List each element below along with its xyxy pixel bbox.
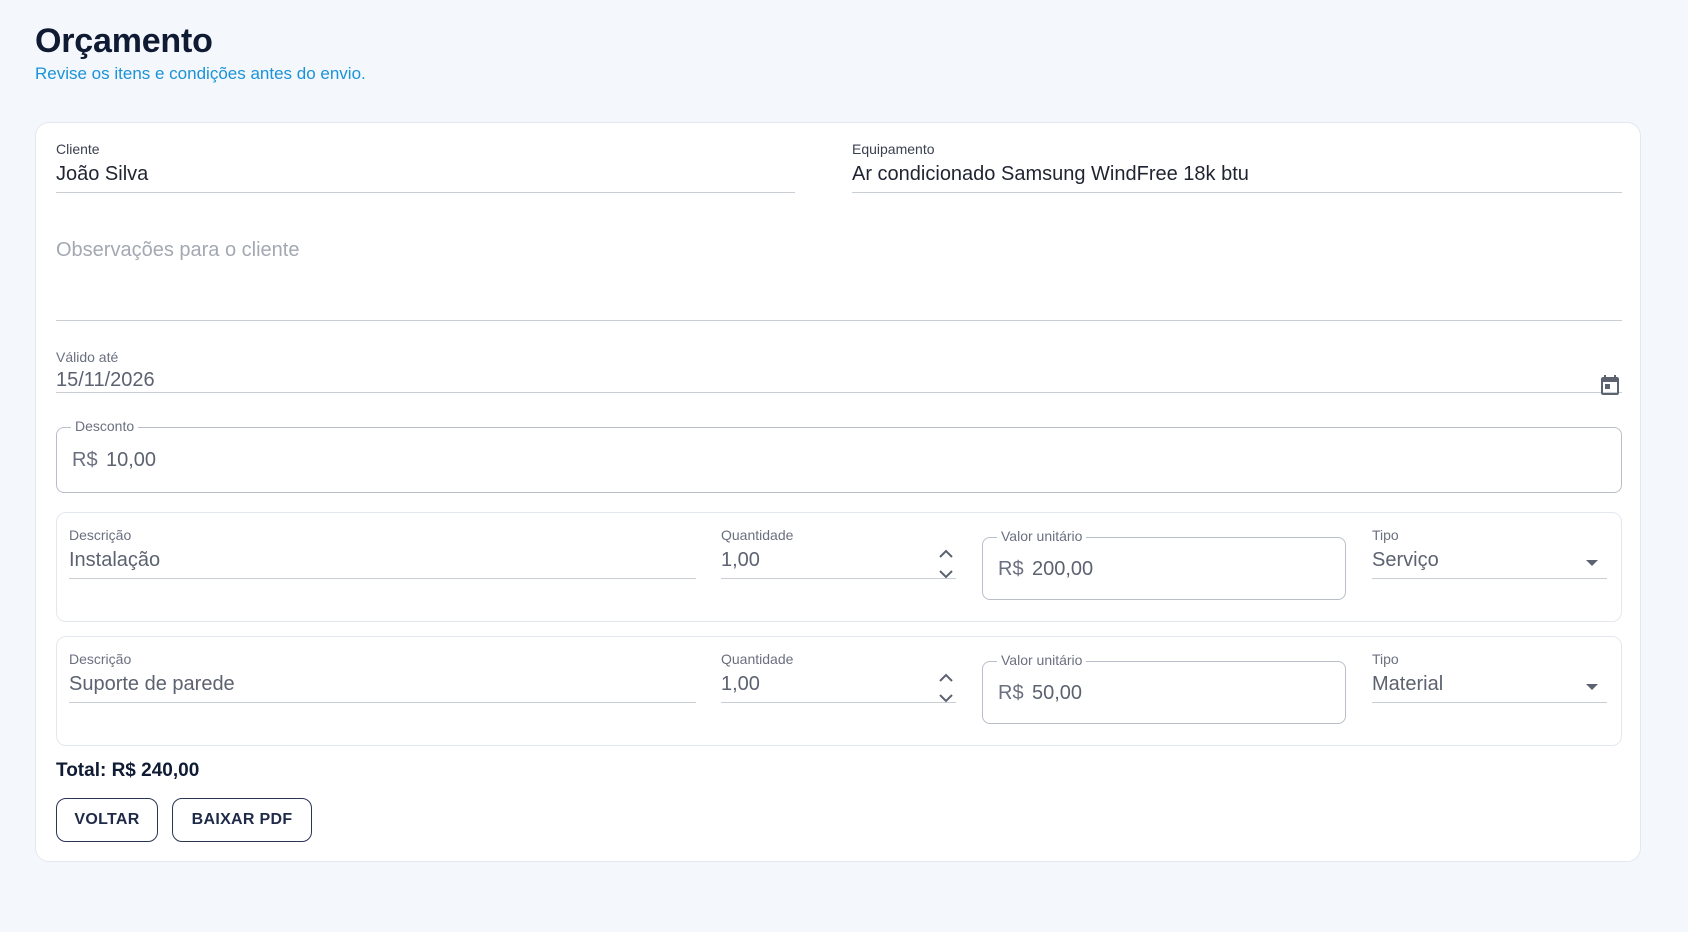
item-type-value: Serviço	[1372, 549, 1439, 571]
calendar-icon[interactable]	[1598, 373, 1622, 397]
stepper-icon[interactable]	[938, 671, 954, 705]
valid-until-label: Válido até	[56, 349, 119, 365]
equipment-value: Ar condicionado Samsung WindFree 18k btu	[852, 163, 1249, 185]
item-quantity-label: Quantidade	[721, 651, 794, 667]
discount-label: Desconto	[71, 418, 139, 434]
item-quantity-field[interactable]: Quantidade 1,00	[721, 651, 956, 703]
item-unit-value-prefix: R$	[998, 682, 1024, 704]
item-unit-value-label: Valor unitário	[997, 528, 1087, 544]
item-unit-value: 50,00	[1032, 682, 1083, 704]
item-quantity-label: Quantidade	[721, 527, 794, 543]
notes-textarea[interactable]	[56, 223, 1622, 321]
item-unit-value-label: Valor unitário	[997, 652, 1087, 668]
client-label: Cliente	[56, 141, 100, 157]
discount-field[interactable]: Desconto R$ 10,00	[56, 418, 1622, 493]
quote-card: Cliente João Silva Equipamento Ar condic…	[35, 122, 1641, 862]
item-unit-value-field[interactable]: Valor unitário R$ 200,00	[982, 528, 1346, 600]
item-unit-value-field[interactable]: Valor unitário R$ 50,00	[982, 652, 1346, 724]
page-title: Orçamento	[35, 22, 213, 60]
item-type-select[interactable]: Tipo Material	[1372, 651, 1607, 703]
item-quantity-field[interactable]: Quantidade 1,00	[721, 527, 956, 579]
client-field[interactable]: Cliente João Silva	[56, 141, 795, 193]
back-button[interactable]: VOLTAR	[56, 798, 158, 842]
equipment-label: Equipamento	[852, 141, 935, 157]
item-quantity-value: 1,00	[721, 549, 760, 571]
item-description-value: Suporte de parede	[69, 673, 235, 695]
chevron-down-icon[interactable]	[1585, 558, 1599, 568]
discount-value: 10,00	[106, 449, 157, 471]
client-value: João Silva	[56, 163, 149, 185]
chevron-down-icon[interactable]	[1585, 682, 1599, 692]
item-row: Descrição Suporte de parede Quantidade 1…	[56, 636, 1622, 746]
item-row: Descrição Instalação Quantidade 1,00 Val…	[56, 512, 1622, 622]
item-quantity-value: 1,00	[721, 673, 760, 695]
item-unit-value-prefix: R$	[998, 558, 1024, 580]
item-type-label: Tipo	[1372, 651, 1399, 667]
stepper-icon[interactable]	[938, 547, 954, 581]
page-subtitle: Revise os itens e condições antes do env…	[35, 64, 366, 83]
item-description-field[interactable]: Descrição Suporte de parede	[69, 651, 696, 703]
item-type-value: Material	[1372, 673, 1444, 695]
total-amount: Total: R$ 240,00	[56, 760, 200, 781]
item-description-value: Instalação	[69, 549, 161, 571]
valid-until-value: 15/11/2026	[56, 369, 155, 391]
item-description-field[interactable]: Descrição Instalação	[69, 527, 696, 579]
item-unit-value: 200,00	[1032, 558, 1094, 580]
notes-placeholder: Observações para o cliente	[56, 239, 300, 261]
item-description-label: Descrição	[69, 651, 132, 667]
page: Orçamento Revise os itens e condições an…	[0, 0, 1688, 932]
equipment-field[interactable]: Equipamento Ar condicionado Samsung Wind…	[852, 141, 1622, 193]
item-type-select[interactable]: Tipo Serviço	[1372, 527, 1607, 579]
discount-prefix: R$	[72, 449, 98, 471]
item-type-label: Tipo	[1372, 527, 1399, 543]
download-pdf-button[interactable]: BAIXAR PDF	[172, 798, 312, 842]
valid-until-field[interactable]: Válido até 15/11/2026	[56, 349, 1622, 395]
item-description-label: Descrição	[69, 527, 132, 543]
